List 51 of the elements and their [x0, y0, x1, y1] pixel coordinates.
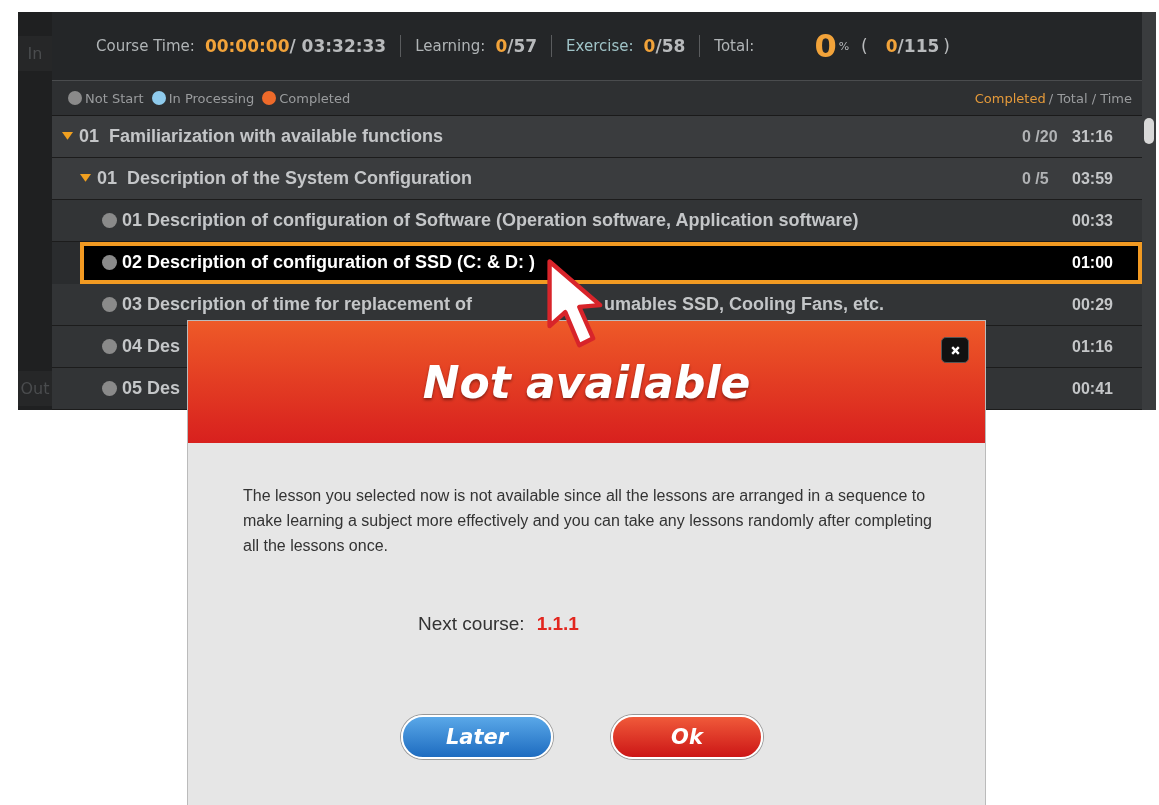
ok-button[interactable]: Ok [611, 715, 763, 759]
lesson-title: 05 Des [122, 378, 181, 399]
lesson-title: 02 Description of configuration of SSD (C: & D: ) [122, 252, 535, 273]
column-header-total-time: / Total / Time [1048, 90, 1132, 106]
duration: 00:29 [1072, 295, 1114, 314]
lesson-title: 01 Description of configuration of Software (Operation software, Application software) [122, 210, 859, 231]
dialog-title: Not available [422, 356, 751, 408]
total-label: Total: [714, 37, 755, 55]
total-done: 0 [885, 36, 898, 56]
group-title: 01 Familiarization with available functions [79, 126, 444, 147]
lesson-row[interactable]: 01 Description of configuration of Software (Operation software, Application software) 00:33 [52, 200, 1142, 242]
later-button[interactable]: Later [401, 715, 553, 759]
duration: 03:59 [1072, 169, 1114, 188]
duration: 00:41 [1072, 379, 1114, 398]
column-header-completed: Completed [974, 90, 1046, 106]
exercise-total: /58 [655, 36, 686, 56]
duration: 31:16 [1072, 127, 1114, 146]
dialog-message: The lesson you selected now is not available since all the lessons are arranged in a sequence to make learning a subject more effectively and you can take any lessons randomly after completing all the lessons once. [243, 486, 933, 556]
close-button[interactable] [941, 337, 969, 363]
total-count: /115 [897, 36, 940, 56]
legend-label: Not Start [85, 90, 144, 106]
duration: 01:00 [1072, 253, 1114, 272]
learning-total: /57 [507, 36, 538, 56]
percent-sign: % [838, 39, 850, 53]
learning-done: 0 [495, 36, 508, 56]
lesson-title: 03 Description of time for replacement of [122, 294, 474, 315]
course-time-label: Course Time: [96, 37, 195, 55]
learning-label: Learning: [415, 37, 486, 55]
legend-label: Completed [279, 90, 351, 106]
exercise-label: Exercise: [566, 37, 634, 55]
legend-label: In Processing [168, 90, 255, 106]
tree-group-row[interactable]: 01 Description of the System Configuration 0 /5 03:59 [52, 158, 1142, 200]
duration: 01:16 [1072, 337, 1114, 356]
duration: 00:33 [1072, 211, 1114, 230]
tree-group-row[interactable]: 01 Familiarization with available functions 0 /20 31:16 [52, 116, 1142, 158]
close-paren: ) [943, 36, 950, 56]
lesson-row[interactable]: 02 Description of configuration of SSD (C: & D: ) 01:00 [80, 242, 1142, 284]
progress-count: 0 /20 [1022, 127, 1059, 146]
percent-value: 0 [814, 27, 837, 65]
scrollbar-thumb[interactable] [1144, 118, 1154, 144]
next-course-label: Next course: [418, 613, 525, 635]
elapsed-time: 00:00:00 [204, 36, 290, 56]
lesson-title: umables SSD, Cooling Fans, etc. [604, 294, 885, 315]
next-course-value: 1.1.1 [536, 613, 579, 635]
close-icon [949, 344, 961, 356]
exercise-done: 0 [643, 36, 656, 56]
progress-count: 0 /5 [1022, 169, 1050, 188]
open-paren: ( [861, 36, 868, 56]
lesson-title: 04 Des [122, 336, 181, 357]
group-title: 01 Description of the System Configuration [97, 168, 473, 189]
course-total-time: / 03:32:33 [289, 36, 387, 56]
